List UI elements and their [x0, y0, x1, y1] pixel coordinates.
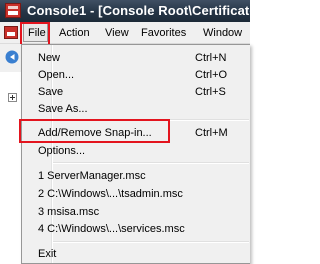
menu-item-label: Open... [38, 69, 75, 81]
menu-item-shortcut: Ctrl+S [195, 86, 226, 98]
menu-item-shortcut: Ctrl+O [195, 69, 228, 81]
file-menu-highlight [20, 22, 50, 46]
menu-item-label: Options... [38, 145, 86, 157]
menu-window[interactable]: Window [203, 27, 242, 39]
menu-item-exit[interactable]: Exit [22, 245, 250, 264]
window-title: Console1 - [Console Root\Certificates - … [27, 3, 285, 18]
menu-item-recent-1[interactable]: 1 ServerManager.msc [22, 167, 250, 186]
menu-favorites[interactable]: Favorites [141, 27, 186, 39]
menu-view[interactable]: View [105, 27, 129, 39]
menu-item-shortcut: Ctrl+M [195, 127, 228, 139]
menu-separator [53, 162, 249, 164]
title-bar: Console1 - [Console Root\Certificates - … [0, 0, 285, 22]
snap-in-highlight [19, 119, 170, 143]
menu-item-shortcut: Ctrl+N [195, 52, 227, 64]
menu-item-label: 4 C:\Windows\...\services.msc [38, 223, 185, 235]
menu-item-options[interactable]: Options... [22, 142, 250, 161]
console-icon[interactable] [4, 26, 18, 39]
menu-item-recent-4[interactable]: 4 C:\Windows\...\services.msc [22, 220, 250, 239]
back-arrow-icon[interactable] [4, 50, 20, 64]
menu-item-label: Exit [38, 248, 57, 260]
tree-expand-icon[interactable] [8, 93, 17, 102]
menu-item-label: 2 C:\Windows\...\tsadmin.msc [38, 188, 183, 200]
menu-item-label: Save [38, 86, 64, 98]
menu-item-recent-2[interactable]: 2 C:\Windows\...\tsadmin.msc [22, 185, 250, 204]
menu-separator [53, 241, 249, 243]
menu-item-label: 3 msisa.msc [38, 206, 100, 218]
menu-item-save-as[interactable]: Save As... [22, 100, 250, 119]
menu-action[interactable]: Action [59, 27, 90, 39]
mmc-app-icon[interactable] [5, 3, 21, 18]
menu-item-label: New [38, 52, 61, 64]
file-dropdown-menu: New Ctrl+N Open... Ctrl+O Save Ctrl+S Sa… [21, 44, 250, 264]
menu-item-label: 1 ServerManager.msc [38, 170, 146, 182]
menu-item-label: Save As... [38, 103, 88, 115]
